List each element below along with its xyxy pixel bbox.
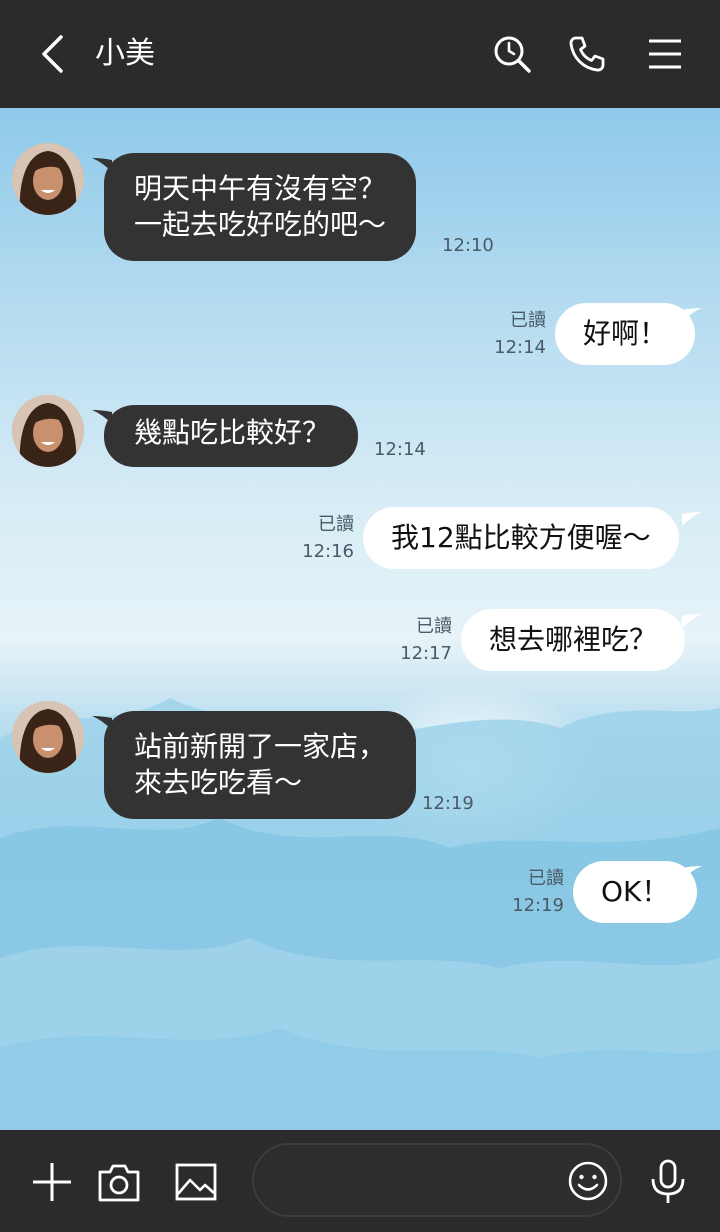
hamburger-menu-icon <box>649 39 681 69</box>
avatar-photo <box>12 701 84 773</box>
plus-icon <box>33 1163 71 1201</box>
add-button[interactable] <box>28 1158 76 1206</box>
chat-title: 小美 <box>95 36 155 71</box>
message-text: 明天中午有沒有空？ <box>134 172 387 205</box>
avatar-photo <box>12 395 84 467</box>
chat-area[interactable]: 明天中午有沒有空？ 一起去吃好吃的吧～ 12:10 已讀 12:14 好啊！ 幾… <box>0 108 720 1130</box>
menu-button[interactable] <box>641 30 689 78</box>
chevron-left-icon <box>42 35 63 73</box>
chat-header: 小美 <box>0 0 720 108</box>
message-time: 12:14 <box>494 337 546 358</box>
camera-icon <box>98 1164 140 1202</box>
message-bubble-incoming[interactable]: 幾點吃比較好？ <box>104 405 359 467</box>
read-receipt: 已讀 <box>416 616 452 637</box>
contact-avatar[interactable] <box>12 143 84 215</box>
message-text: 一起去吃好吃的吧～ <box>134 208 387 241</box>
message-text: OK！ <box>601 875 670 908</box>
message-time: 12:16 <box>302 541 354 562</box>
message-text: 幾點吃比較好？ <box>134 416 331 449</box>
message-bubble-incoming[interactable]: 明天中午有沒有空？ 一起去吃好吃的吧～ <box>104 153 417 261</box>
voice-button[interactable] <box>644 1158 692 1206</box>
message-time: 12:19 <box>512 895 564 916</box>
bubble-tail <box>682 866 702 880</box>
message-bubble-outgoing[interactable]: OK！ <box>573 861 698 923</box>
back-button[interactable] <box>30 30 74 78</box>
emoji-button[interactable] <box>566 1159 610 1203</box>
gallery-button[interactable] <box>172 1158 220 1206</box>
message-time: 12:17 <box>400 643 452 664</box>
bubble-tail <box>682 614 702 628</box>
message-bubble-incoming[interactable]: 站前新開了一家店， 來去吃吃看～ <box>104 711 417 819</box>
message-text: 好啊！ <box>583 317 668 350</box>
message-input-box[interactable] <box>252 1143 622 1217</box>
message-bubble-outgoing[interactable]: 好啊！ <box>555 303 696 365</box>
message-text: 我12點比較方便喔～ <box>391 521 651 554</box>
message-text: 來去吃吃看～ <box>134 766 303 799</box>
contact-avatar[interactable] <box>12 701 84 773</box>
message-text: 站前新開了一家店， <box>134 730 387 763</box>
bubble-tail <box>682 512 702 526</box>
image-icon <box>175 1163 217 1201</box>
read-receipt: 已讀 <box>318 514 354 535</box>
message-bubble-outgoing[interactable]: 想去哪裡吃？ <box>461 609 686 671</box>
message-time: 12:14 <box>374 439 426 460</box>
message-time: 12:10 <box>442 235 494 256</box>
search-button[interactable] <box>488 30 536 78</box>
camera-button[interactable] <box>95 1158 143 1206</box>
message-input[interactable] <box>278 1159 552 1203</box>
call-button[interactable] <box>563 30 611 78</box>
search-icon <box>494 36 531 73</box>
message-time: 12:19 <box>422 793 474 814</box>
bubble-tail <box>682 308 702 322</box>
message-bubble-outgoing[interactable]: 我12點比較方便喔～ <box>363 507 679 569</box>
emoji-icon <box>568 1161 608 1201</box>
composer-bar <box>0 1130 720 1232</box>
contact-avatar[interactable] <box>12 395 84 467</box>
read-receipt: 已讀 <box>510 310 546 331</box>
microphone-icon <box>651 1159 685 1203</box>
message-text: 想去哪裡吃？ <box>489 623 658 656</box>
avatar-photo <box>12 143 84 215</box>
phone-icon <box>569 36 605 72</box>
read-receipt: 已讀 <box>528 868 564 889</box>
